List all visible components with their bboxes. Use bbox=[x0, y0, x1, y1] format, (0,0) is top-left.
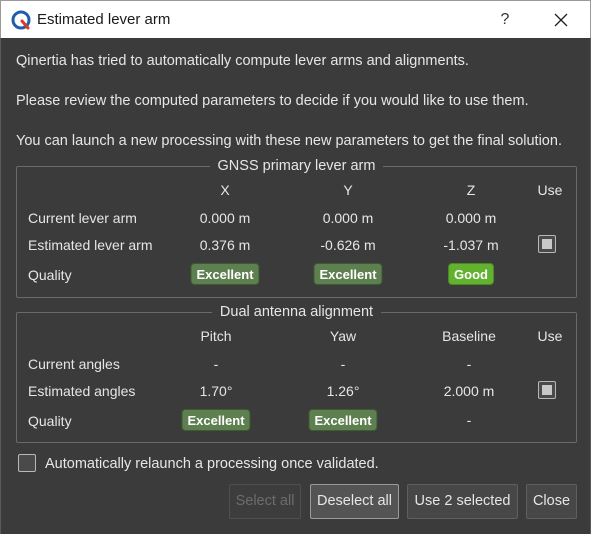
auto-relaunch-label[interactable]: Automatically relaunch a processing once… bbox=[45, 456, 379, 472]
current-angles-label: Current angles bbox=[28, 356, 120, 372]
dual-header-use: Use bbox=[537, 328, 563, 344]
help-button[interactable]: ? bbox=[492, 4, 518, 36]
deselect-all-button[interactable]: Deselect all bbox=[310, 484, 399, 519]
gnss-header-y: Y bbox=[343, 182, 353, 198]
gnss-quality-label: Quality bbox=[28, 267, 72, 283]
dual-quality-baseline: - bbox=[466, 412, 472, 428]
close-button[interactable]: Close bbox=[526, 484, 577, 519]
info-message-1: Qinertia has tried to automatically comp… bbox=[16, 53, 469, 69]
current-angles-pitch: - bbox=[213, 356, 219, 372]
gnss-quality-x-badge: Excellent bbox=[190, 263, 260, 285]
gnss-quality-z-badge: Good bbox=[448, 263, 494, 285]
gnss-lever-arm-group: GNSS primary lever arm X Y Z Use Current… bbox=[16, 158, 577, 298]
dual-quality-label: Quality bbox=[28, 413, 72, 429]
gnss-quality-y-badge: Excellent bbox=[313, 263, 383, 285]
dual-quality-pitch-badge: Excellent bbox=[181, 409, 251, 431]
estimated-lever-arm-z: -1.037 m bbox=[443, 237, 499, 253]
close-icon bbox=[554, 13, 568, 27]
dual-antenna-group: Dual antenna alignment Pitch Yaw Baselin… bbox=[16, 304, 577, 443]
dual-header-pitch: Pitch bbox=[200, 328, 232, 344]
estimated-angles-yaw: 1.26° bbox=[326, 383, 360, 399]
window-title: Estimated lever arm bbox=[37, 11, 171, 28]
current-lever-arm-x: 0.000 m bbox=[199, 210, 251, 226]
info-message-3: You can launch a new processing with the… bbox=[16, 133, 562, 149]
auto-relaunch-checkbox[interactable] bbox=[18, 454, 36, 472]
gnss-use-checkbox[interactable] bbox=[538, 235, 556, 253]
estimated-lever-arm-x: 0.376 m bbox=[199, 237, 251, 253]
dual-group-title: Dual antenna alignment bbox=[211, 304, 382, 320]
current-lever-arm-y: 0.000 m bbox=[322, 210, 374, 226]
gnss-header-x: X bbox=[220, 182, 230, 198]
gnss-header-use: Use bbox=[537, 182, 563, 198]
info-message-2: Please review the computed parameters to… bbox=[16, 93, 529, 109]
select-all-button[interactable]: Select all bbox=[229, 484, 301, 519]
estimated-lever-arm-y: -0.626 m bbox=[320, 237, 376, 253]
use-selected-button[interactable]: Use 2 selected bbox=[407, 484, 518, 519]
estimated-lever-arm-label: Estimated lever arm bbox=[28, 237, 153, 253]
current-angles-yaw: - bbox=[340, 356, 346, 372]
dual-quality-yaw-badge: Excellent bbox=[308, 409, 378, 431]
dual-header-baseline: Baseline bbox=[442, 328, 496, 344]
estimated-angles-label: Estimated angles bbox=[28, 383, 136, 399]
estimated-angles-pitch: 1.70° bbox=[199, 383, 233, 399]
estimated-angles-baseline: 2.000 m bbox=[443, 383, 495, 399]
gnss-header-z: Z bbox=[466, 182, 476, 198]
current-angles-baseline: - bbox=[466, 356, 472, 372]
qinertia-logo-icon bbox=[11, 10, 31, 30]
dialog-body: Qinertia has tried to automatically comp… bbox=[0, 38, 591, 534]
current-lever-arm-label: Current lever arm bbox=[28, 210, 137, 226]
title-bar: Estimated lever arm ? bbox=[0, 0, 591, 38]
gnss-group-title: GNSS primary lever arm bbox=[209, 158, 384, 174]
close-window-button[interactable] bbox=[541, 4, 581, 36]
current-lever-arm-z: 0.000 m bbox=[445, 210, 497, 226]
dual-use-checkbox[interactable] bbox=[538, 381, 556, 399]
dual-header-yaw: Yaw bbox=[329, 328, 357, 344]
